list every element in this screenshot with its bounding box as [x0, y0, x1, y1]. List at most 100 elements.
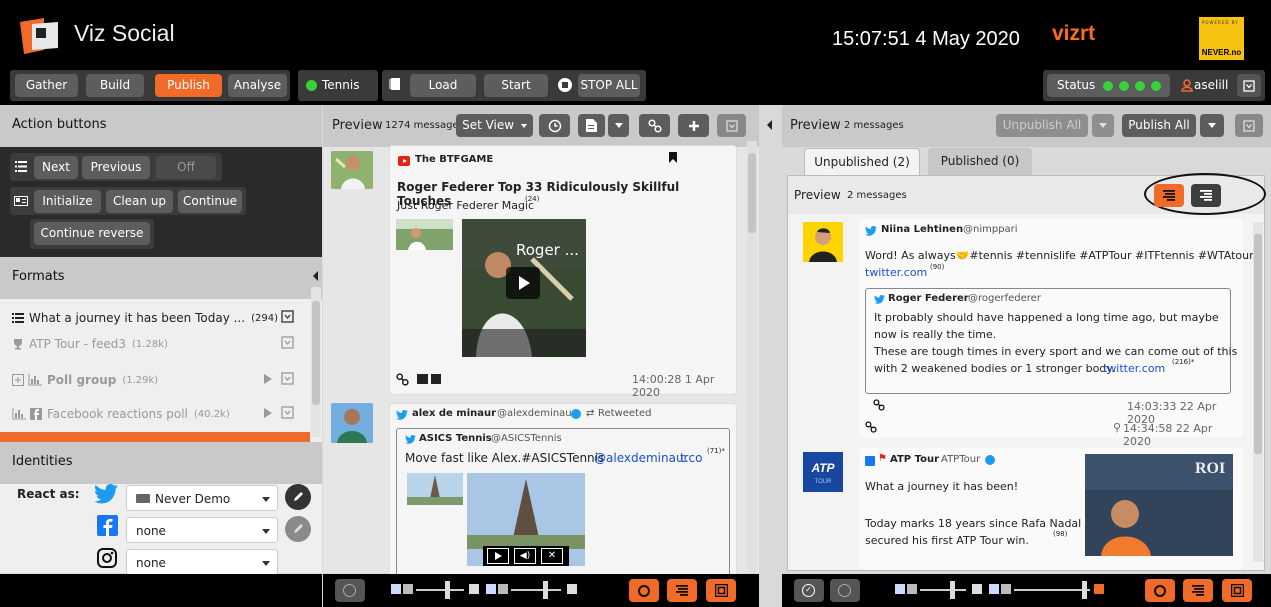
off-button[interactable]: Off: [156, 156, 216, 179]
play-icon[interactable]: [264, 408, 272, 418]
stop-all-button[interactable]: STOP ALL: [578, 74, 640, 97]
volume-icon[interactable]: ◀): [514, 548, 536, 564]
user-filter-button[interactable]: [629, 579, 659, 602]
post-card[interactable]: Niina Lehtinen @nimppari Word! As always…: [859, 218, 1254, 448]
link-icon[interactable]: [396, 373, 409, 386]
link-icon[interactable]: [873, 399, 885, 411]
collapse-icon[interactable]: [313, 271, 318, 281]
quoted-link[interactable]: twitter.com: [1103, 362, 1165, 375]
dropdown-box-icon[interactable]: [281, 406, 294, 419]
instagram-identity-select[interactable]: none: [126, 549, 278, 575]
facebook-identity-select[interactable]: none: [126, 517, 278, 543]
fullscreen-icon[interactable]: ✕: [541, 548, 563, 564]
continue-reverse-button[interactable]: Continue reverse: [34, 222, 150, 245]
video-player[interactable]: Roger ...: [462, 219, 586, 357]
play-icon[interactable]: [264, 374, 272, 384]
initialize-button[interactable]: Initialize: [34, 190, 101, 213]
status-indicator[interactable]: Status: [1047, 74, 1170, 97]
start-button[interactable]: Start: [484, 74, 548, 97]
document-dropdown-button[interactable]: [608, 114, 629, 137]
image-size-slider[interactable]: [920, 581, 966, 599]
continue-button[interactable]: Continue: [178, 190, 242, 213]
tab-unpublished[interactable]: Unpublished (2): [804, 148, 920, 175]
list-view-button[interactable]: [1183, 579, 1213, 602]
collapse-icon[interactable]: [767, 120, 772, 130]
username[interactable]: aselill: [1194, 78, 1228, 92]
previous-button[interactable]: Previous: [82, 156, 150, 179]
edit-facebook-button[interactable]: [285, 516, 311, 542]
expand-icon[interactable]: [12, 374, 24, 386]
user-menu-button[interactable]: [1237, 74, 1261, 97]
list-view-button[interactable]: [1154, 184, 1184, 207]
link-button[interactable]: [639, 114, 670, 137]
formats-scrollbar[interactable]: [311, 287, 321, 437]
play-icon[interactable]: [487, 548, 509, 564]
load-button[interactable]: Load: [410, 74, 476, 97]
document-button[interactable]: [578, 114, 605, 137]
tab-publish[interactable]: Publish: [155, 74, 222, 97]
tab-gather[interactable]: Gather: [15, 74, 78, 97]
preview-scrollbar[interactable]: [747, 141, 757, 576]
quoted-link[interactable]: t.co: [680, 451, 702, 465]
thumbnail[interactable]: ROI: [1085, 454, 1233, 556]
compact-view-button[interactable]: [1191, 184, 1221, 207]
publish-all-button[interactable]: Publish All: [1122, 114, 1196, 137]
quoted-mention[interactable]: @alexdeminaur: [594, 451, 688, 465]
facebook-icon: [97, 515, 118, 536]
clean-up-button[interactable]: Clean up: [106, 190, 173, 213]
image-size-slider[interactable]: [416, 581, 464, 599]
list-view-button[interactable]: [667, 579, 697, 602]
video-size-slider[interactable]: [511, 581, 561, 599]
edit-twitter-button[interactable]: [285, 484, 311, 510]
play-icon[interactable]: [506, 267, 540, 299]
publish-scrollbar[interactable]: [1253, 222, 1263, 562]
unpublish-all-button[interactable]: Unpublish All: [996, 114, 1088, 137]
toggle-button[interactable]: [830, 579, 860, 602]
user-filter-button[interactable]: [1145, 579, 1175, 602]
frame-view-button[interactable]: [1222, 579, 1252, 602]
tab-build[interactable]: Build: [86, 74, 144, 97]
publish-menu-button[interactable]: [1235, 114, 1263, 137]
thumbnail[interactable]: [407, 473, 463, 505]
history-button[interactable]: [539, 114, 570, 137]
format-item[interactable]: ATP Tour - feed3 (1.28k): [0, 325, 310, 363]
checkbox-icon[interactable]: [895, 584, 905, 594]
user-icon: [1181, 79, 1193, 92]
post-card[interactable]: ⚑ ATP Tour ATPTour What a journey it has…: [859, 448, 1243, 570]
toggle-button[interactable]: [335, 579, 365, 602]
tab-analyse[interactable]: Analyse: [228, 74, 287, 97]
bookmark-icon[interactable]: [669, 152, 677, 163]
format-item[interactable]: Facebook reactions poll (40.2k): [0, 395, 310, 433]
post-card[interactable]: alex de minaur @alexdeminaur ⇄ Retweeted…: [389, 403, 737, 583]
next-button[interactable]: Next: [34, 156, 78, 179]
tab-published[interactable]: Published (0): [928, 148, 1032, 175]
set-view-button[interactable]: Set View: [456, 114, 533, 137]
checkbox-icon[interactable]: [391, 584, 401, 594]
checkbox-icon[interactable]: [989, 584, 999, 594]
chevron-down-icon: [262, 561, 270, 566]
add-button[interactable]: [678, 114, 709, 137]
verified-icon: [571, 409, 581, 419]
format-item[interactable]: Poll group (1.29k): [0, 361, 310, 399]
checkbox-icon[interactable]: [486, 584, 496, 594]
quoted-post[interactable]: Roger Federer @rogerfederer It probably …: [865, 288, 1237, 394]
link-icon[interactable]: [865, 421, 877, 433]
publish-dropdown-button[interactable]: [1200, 114, 1224, 137]
select-all-button[interactable]: ✓: [794, 579, 824, 602]
frame-view-button[interactable]: [706, 579, 736, 602]
dropdown-box-icon[interactable]: [281, 372, 294, 385]
post-card[interactable]: The BTFGAME Roger Federer Top 33 Ridicul…: [389, 145, 737, 399]
video-player[interactable]: ◀) ✕: [467, 473, 585, 566]
post-timestamp: 14:00:28 1 Apr 2020: [632, 373, 715, 399]
unpublish-dropdown-button[interactable]: [1092, 114, 1114, 137]
dropdown-box-icon[interactable]: [281, 310, 294, 323]
video-size-slider[interactable]: [1014, 581, 1090, 599]
status-bar: Status aselill: [1043, 70, 1265, 101]
twitter-identity-select[interactable]: Never Demo: [126, 485, 278, 511]
preview-menu-button[interactable]: [717, 114, 746, 137]
post-link[interactable]: twitter.com: [865, 266, 927, 279]
selected-format-indicator[interactable]: [0, 432, 310, 442]
dropdown-box-icon[interactable]: [281, 336, 294, 349]
thumbnail[interactable]: [396, 219, 453, 250]
quoted-post[interactable]: ASICS Tennis @ASICSTennis Move fast like…: [396, 428, 730, 578]
